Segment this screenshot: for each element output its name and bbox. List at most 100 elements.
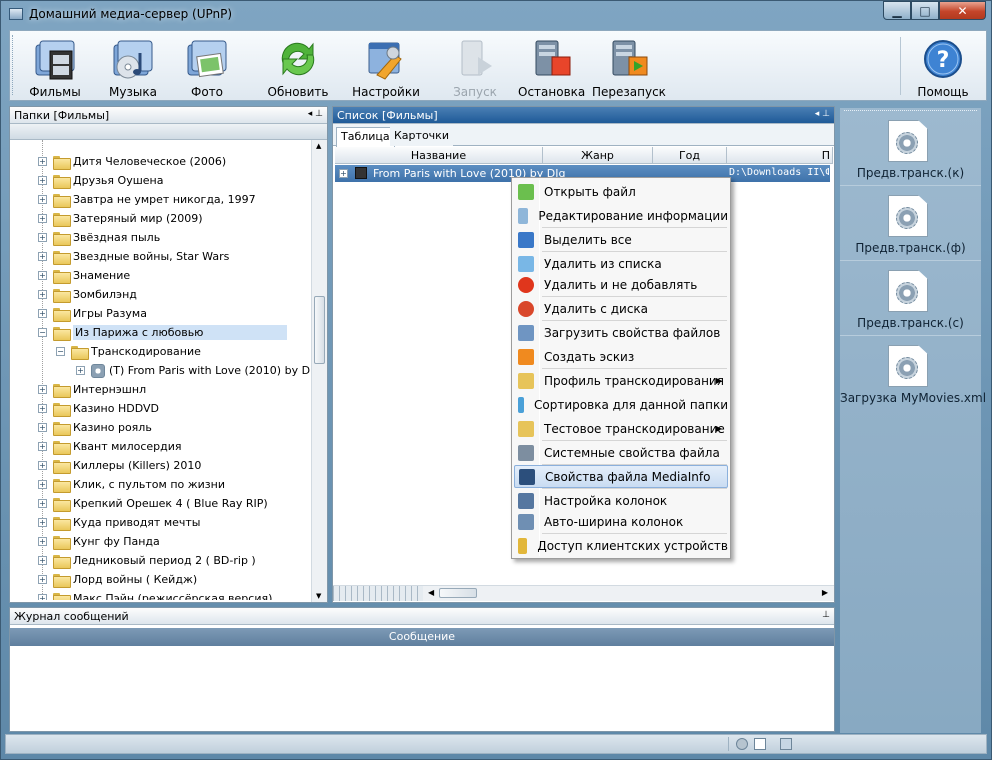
- list-horizontal-scrollbar[interactable]: ◀ ▶: [333, 585, 834, 601]
- toolbar-button-music[interactable]: Музыка: [100, 35, 166, 99]
- side-button-preview-transcode-k[interactable]: Предв.транск.(к): [840, 114, 981, 186]
- toolbar-button-films[interactable]: Фильмы: [22, 35, 88, 99]
- list-hscroll-thumb[interactable]: [439, 588, 477, 598]
- expand-icon[interactable]: +: [38, 499, 47, 508]
- tree-item[interactable]: + Звездные войны, Star Wars: [38, 247, 229, 266]
- tree-item[interactable]: + Квант милосердия: [38, 437, 182, 456]
- tree-item[interactable]: + Ледниковый период 2 ( BD-rip ): [38, 551, 256, 570]
- column-header-year[interactable]: Год: [653, 147, 727, 164]
- tree-item[interactable]: − Транскодирование: [56, 342, 201, 361]
- scroll-right-arrow-icon[interactable]: ▶: [822, 588, 828, 597]
- column-header-genre[interactable]: Жанр: [543, 147, 653, 164]
- pin-icon[interactable]: ◂ ⊥: [815, 109, 830, 119]
- close-button[interactable]: ✕: [939, 1, 986, 20]
- toolbar-button-restart[interactable]: Перезапуск: [592, 35, 666, 99]
- menu-item[interactable]: Настройка колонок: [514, 489, 728, 512]
- network-status-icon[interactable]: [780, 738, 792, 750]
- tree-item[interactable]: + Лорд войны ( Кейдж): [38, 570, 197, 589]
- column-header-path[interactable]: П: [727, 147, 833, 164]
- toolbar-button-refresh[interactable]: Обновить: [262, 35, 334, 99]
- maximize-button[interactable]: □: [911, 1, 939, 20]
- title-bar[interactable]: Домашний медиа-сервер (UPnP) ▁ □ ✕: [1, 1, 991, 27]
- expand-icon[interactable]: +: [38, 442, 47, 451]
- user-status-icon[interactable]: [736, 738, 748, 750]
- tree-item[interactable]: + Друзья Оушена: [38, 171, 163, 190]
- tree-item[interactable]: + Клик, с пультом по жизни: [38, 475, 225, 494]
- tab-cards[interactable]: Карточки: [390, 127, 453, 146]
- menu-item[interactable]: Удалить с диска: [514, 297, 728, 320]
- menu-item[interactable]: Тестовое транскодирование ▶: [514, 417, 728, 440]
- menu-item[interactable]: Доступ клиентских устройств: [514, 534, 728, 557]
- tree-item[interactable]: + Дитя Человеческое (2006): [38, 152, 226, 171]
- toolbar-button-help[interactable]: ? Помощь: [910, 35, 976, 99]
- menu-item[interactable]: Открыть файл: [514, 180, 728, 203]
- collapse-icon[interactable]: −: [56, 347, 65, 356]
- expand-icon[interactable]: +: [38, 461, 47, 470]
- expand-icon[interactable]: +: [38, 252, 47, 261]
- tree-item[interactable]: + Зомбилэнд: [38, 285, 137, 304]
- scroll-up-arrow-icon[interactable]: ▲: [316, 142, 321, 150]
- menu-item[interactable]: Редактирование информации: [514, 204, 728, 227]
- expand-icon[interactable]: +: [339, 169, 348, 178]
- tab-table[interactable]: Таблица: [336, 127, 395, 147]
- menu-item[interactable]: Сортировка для данной папки: [514, 393, 728, 416]
- expand-icon[interactable]: +: [38, 233, 47, 242]
- folders-scroll-thumb[interactable]: [314, 296, 325, 364]
- tree-item[interactable]: + Интернэшнл: [38, 380, 146, 399]
- tree-item[interactable]: + Кунг фу Панда: [38, 532, 160, 551]
- expand-icon[interactable]: +: [38, 404, 47, 413]
- tree-item[interactable]: + Казино рояль: [38, 418, 152, 437]
- expand-icon[interactable]: +: [38, 575, 47, 584]
- menu-item[interactable]: Загрузить свойства файлов: [514, 321, 728, 344]
- tree-item[interactable]: − Из Парижа с любовью: [38, 323, 287, 342]
- side-button-preview-transcode-f[interactable]: Предв.транск.(ф): [840, 189, 981, 261]
- menu-item[interactable]: Профиль транскодирования ▶: [514, 369, 728, 392]
- side-button-preview-transcode-s[interactable]: Предв.транск.(с): [840, 264, 981, 336]
- menu-item[interactable]: Авто-ширина колонок: [514, 510, 728, 533]
- expand-icon[interactable]: +: [38, 195, 47, 204]
- expand-icon[interactable]: +: [38, 176, 47, 185]
- side-button-load-mymovies[interactable]: Загрузка MyMovies.xml: [840, 339, 986, 411]
- tree-item[interactable]: + Завтра не умрет никогда, 1997: [38, 190, 256, 209]
- menu-item[interactable]: Свойства файла MediaInfo: [514, 465, 728, 488]
- tree-item[interactable]: + (T) From Paris with Love (2010) by D: [76, 361, 310, 380]
- toolbar-grip[interactable]: [12, 35, 15, 95]
- column-header-name[interactable]: Название: [335, 147, 543, 164]
- scroll-left-arrow-icon[interactable]: ◀: [428, 588, 434, 597]
- tree-item[interactable]: + Куда приводят мечты: [38, 513, 200, 532]
- tree-item[interactable]: + Макс Пэйн (режиссёрская версия): [38, 589, 272, 600]
- tree-item[interactable]: + Киллеры (Killers) 2010: [38, 456, 201, 475]
- expand-icon[interactable]: +: [38, 518, 47, 527]
- log-column-header-message[interactable]: Сообщение: [10, 628, 834, 646]
- menu-item[interactable]: Создать эскиз: [514, 345, 728, 368]
- tree-item[interactable]: + Звёздная пыль: [38, 228, 160, 247]
- expand-icon[interactable]: +: [38, 309, 47, 318]
- expand-icon[interactable]: +: [38, 157, 47, 166]
- expand-icon[interactable]: +: [38, 271, 47, 280]
- expand-icon[interactable]: +: [38, 290, 47, 299]
- expand-icon[interactable]: +: [38, 423, 47, 432]
- tree-item[interactable]: + Казино HDDVD: [38, 399, 159, 418]
- expand-icon[interactable]: +: [38, 480, 47, 489]
- status-box-icon[interactable]: [754, 738, 766, 750]
- expand-icon[interactable]: +: [38, 214, 47, 223]
- menu-item[interactable]: Удалить из списка: [514, 252, 728, 275]
- expand-icon[interactable]: +: [38, 556, 47, 565]
- menu-item[interactable]: Удалить и не добавлять: [514, 273, 728, 296]
- toolbar-button-photo[interactable]: Фото: [174, 35, 240, 99]
- toolbar-button-start[interactable]: Запуск: [442, 35, 508, 99]
- menu-item[interactable]: Выделить все: [514, 228, 728, 251]
- tree-item[interactable]: + Затеряный мир (2009): [38, 209, 203, 228]
- expand-icon[interactable]: +: [76, 366, 85, 375]
- minimize-button[interactable]: ▁: [883, 1, 911, 20]
- collapse-icon[interactable]: −: [38, 328, 47, 337]
- menu-item[interactable]: Системные свойства файла: [514, 441, 728, 464]
- toolbar-button-stop[interactable]: Остановка: [518, 35, 585, 99]
- pin-icon[interactable]: ◂ ⊥: [308, 109, 323, 119]
- expand-icon[interactable]: +: [38, 594, 47, 600]
- expand-icon[interactable]: +: [38, 385, 47, 394]
- scroll-down-arrow-icon[interactable]: ▼: [316, 592, 321, 600]
- tree-item[interactable]: + Знамение: [38, 266, 130, 285]
- expand-icon[interactable]: +: [38, 537, 47, 546]
- pin-icon[interactable]: ⊥: [822, 610, 830, 620]
